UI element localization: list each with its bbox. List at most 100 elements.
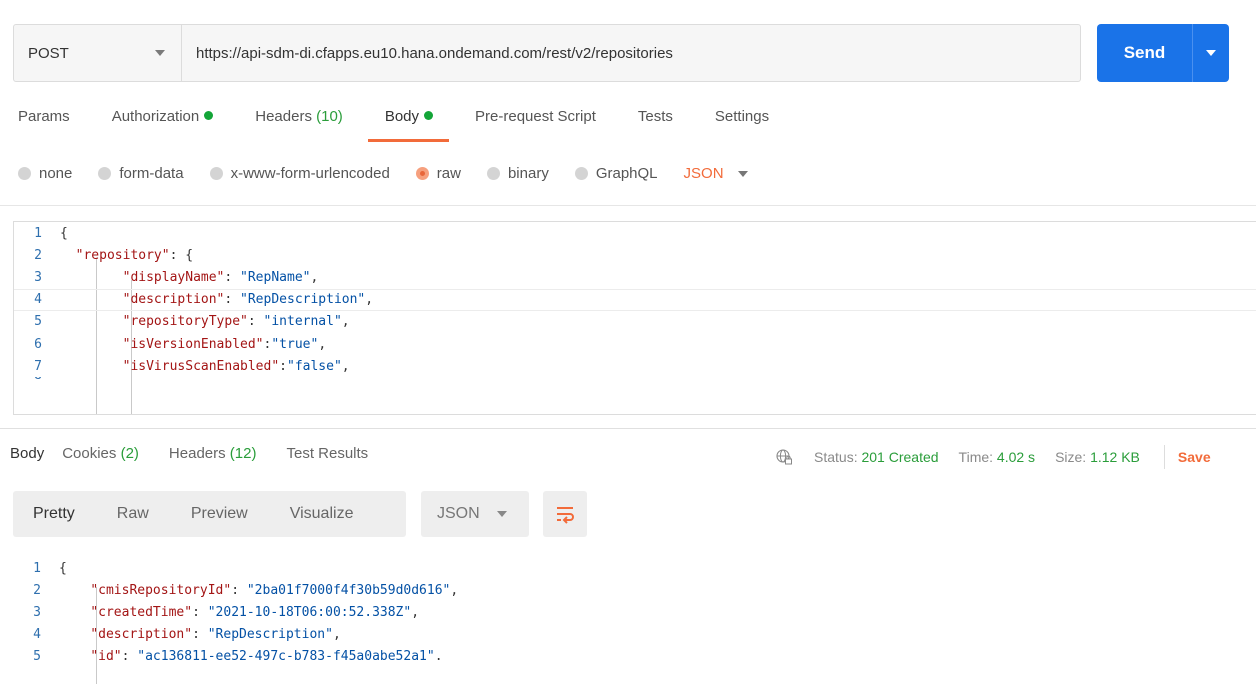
code-line: 5 "repositoryType": "internal", — [14, 311, 1256, 333]
resp-tab-headers[interactable]: Headers (12) — [169, 445, 257, 462]
code-key: "repository" — [75, 247, 170, 263]
code-tail: , — [411, 604, 420, 620]
code-sep: : — [247, 314, 264, 330]
url-input[interactable]: https://api-sdm-di.cfapps.eu10.hana.onde… — [182, 25, 1080, 81]
body-language-select[interactable]: JSON — [684, 165, 748, 182]
code-tail: { — [59, 560, 67, 576]
line-number: 4 — [34, 292, 42, 308]
view-pretty[interactable]: Pretty — [13, 505, 96, 523]
code-value: "ac136811-ee52-497c-b783-f45a0abe52a1" — [137, 649, 435, 665]
tab-params[interactable]: Params — [18, 108, 70, 144]
code-text: "isVirusScanEnabled":"false", — [60, 359, 350, 374]
line-number: 1 — [34, 225, 42, 241]
tab-settings[interactable]: Settings — [715, 108, 769, 144]
response-body-viewer[interactable]: 1{2 "cmisRepositoryId": "2ba01f7000f4f30… — [13, 557, 1256, 684]
response-format-select[interactable]: JSON — [421, 491, 529, 537]
tab-authorization[interactable]: Authorization — [112, 108, 214, 144]
code-sep: : — [192, 604, 208, 620]
radio-icon — [98, 167, 112, 180]
cookies-count: (2) — [120, 445, 139, 462]
tab-body[interactable]: Body — [367, 108, 450, 144]
save-response-button[interactable]: Save — [1178, 449, 1211, 465]
radio-form-data[interactable]: form-data — [98, 165, 184, 182]
radio-raw[interactable]: raw — [415, 165, 461, 182]
line-number: 1 — [33, 560, 41, 576]
radio-graphql[interactable]: GraphQL — [574, 165, 658, 182]
code-value: "RepDescription" — [240, 292, 366, 308]
size-readout: Size: 1.12 KB — [1055, 449, 1140, 465]
view-visualize[interactable]: Visualize — [269, 505, 375, 523]
status-readout: Status: 201 Created — [814, 449, 939, 465]
code-value: "2ba01f7000f4f30b59d0d616" — [246, 582, 451, 598]
radio-urlencoded[interactable]: x-www-form-urlencoded — [209, 165, 390, 182]
code-sep: : — [224, 269, 241, 285]
send-options-button[interactable] — [1193, 24, 1229, 82]
request-body-editor[interactable]: 1{2 "repository": {3 "displayName": "Rep… — [13, 221, 1256, 415]
tab-settings-label: Settings — [714, 108, 770, 125]
status-dot-icon — [424, 111, 434, 120]
code-line: 2 "repository": { — [14, 244, 1256, 266]
code-value: "false" — [287, 358, 342, 374]
code-tail: , — [341, 358, 350, 374]
resp-tab-body[interactable]: Body — [10, 445, 44, 462]
radio-raw-label: raw — [436, 165, 461, 182]
tab-headers[interactable]: Headers (10) — [255, 108, 343, 144]
view-raw[interactable]: Raw — [96, 505, 170, 523]
resp-tab-cookies[interactable]: Cookies (2) — [62, 445, 139, 462]
code-line: 4 "description": "RepDescription", — [14, 288, 1256, 311]
method-select[interactable]: POST — [14, 25, 182, 81]
chevron-down-icon — [737, 170, 748, 177]
status-dot-icon — [204, 111, 214, 120]
tab-params-label: Params — [18, 108, 70, 125]
radio-none-label: none — [39, 165, 73, 182]
code-key: "displayName" — [122, 269, 225, 285]
send-button[interactable]: Send — [1097, 24, 1193, 82]
radio-binary[interactable]: binary — [486, 165, 549, 182]
tab-tests[interactable]: Tests — [638, 108, 673, 144]
time-value: 4.02 s — [996, 449, 1036, 465]
wrap-lines-button[interactable] — [543, 491, 587, 537]
line-number: 2 — [33, 582, 41, 598]
resp-headers-count: (12) — [229, 445, 257, 462]
resp-tab-headers-label: Headers — [168, 445, 226, 462]
request-code-lines: 1{2 "repository": {3 "displayName": "Rep… — [14, 222, 1256, 377]
chevron-down-icon — [155, 50, 165, 56]
code-line: 4 "description": "RepDescription", — [13, 624, 1256, 646]
code-tail: , — [365, 292, 374, 308]
code-line: 1{ — [13, 557, 1256, 579]
globe-lock-icon[interactable] — [776, 449, 792, 465]
code-key: "id" — [90, 649, 122, 665]
code-sep: : — [192, 627, 208, 643]
view-preview[interactable]: Preview — [170, 505, 269, 523]
code-line: 1{ — [14, 222, 1256, 244]
headers-count: (10) — [316, 108, 343, 125]
chevron-down-icon — [1206, 50, 1216, 56]
time-readout: Time: 4.02 s — [959, 449, 1036, 465]
code-key: "isVirusScanEnabled" — [122, 358, 280, 374]
resp-tab-cookies-label: Cookies — [62, 445, 117, 462]
request-tabs: Params Authorization Headers (10) Body P… — [18, 108, 811, 144]
code-text: "description": "RepDescription", — [60, 292, 373, 307]
response-format-label: JSON — [437, 505, 480, 522]
code-text: "repository": { — [60, 248, 193, 263]
code-line: 3 "displayName": "RepName", — [14, 266, 1256, 288]
size-label: Size: — [1055, 449, 1087, 465]
code-sep: : — [279, 358, 287, 374]
tab-pre-request-script[interactable]: Pre-request Script — [475, 108, 596, 144]
code-tail: , — [341, 314, 350, 330]
code-tail: , — [450, 582, 459, 598]
code-text: "repositoryType": "internal", — [60, 314, 350, 329]
divider — [1163, 445, 1165, 469]
radio-none[interactable]: none — [18, 165, 72, 182]
resp-tab-test-results[interactable]: Test Results — [286, 445, 368, 462]
code-key: "createdTime" — [90, 604, 193, 620]
line-number: 4 — [33, 627, 41, 643]
line-number: 6 — [34, 336, 42, 352]
code-key: "cmisRepositoryId" — [90, 582, 232, 598]
response-tabs: Body Cookies (2) Headers (12) Test Resul… — [10, 445, 398, 462]
